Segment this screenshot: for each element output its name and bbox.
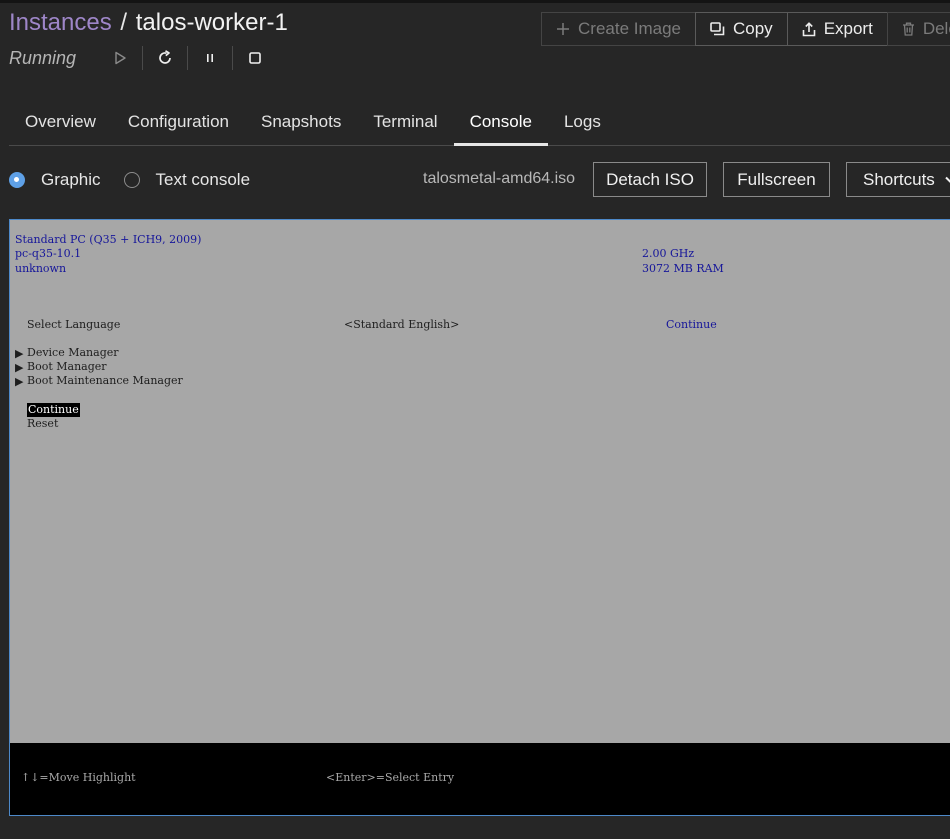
create-image-label: Create Image bbox=[578, 19, 681, 38]
vm-console-screen[interactable]: Standard PC (Q35 + ICH9, 2009) pc-q35-10… bbox=[9, 219, 950, 816]
start-button[interactable] bbox=[97, 44, 142, 72]
detach-iso-button[interactable]: Detach ISO bbox=[593, 162, 707, 197]
bios-machine-type: Standard PC (Q35 + ICH9, 2009) bbox=[15, 233, 202, 246]
stop-button[interactable] bbox=[232, 44, 277, 72]
instance-actions: Create Image Copy Export Delete bbox=[541, 12, 950, 46]
menu-arrow-icon: ▶ bbox=[15, 361, 24, 374]
breadcrumb-instances-link[interactable]: Instances bbox=[9, 9, 112, 36]
menu-item-reset[interactable]: Reset bbox=[27, 417, 58, 431]
tab-snapshots[interactable]: Snapshots bbox=[245, 100, 357, 146]
footer-move-highlight: ↑↓=Move Highlight bbox=[21, 771, 136, 784]
footer-select-entry: <Enter>=Select Entry bbox=[326, 771, 455, 784]
play-icon bbox=[114, 51, 126, 65]
breadcrumb-separator: / bbox=[120, 9, 128, 36]
tab-logs[interactable]: Logs bbox=[548, 100, 617, 146]
export-button[interactable]: Export bbox=[786, 12, 888, 46]
tab-configuration[interactable]: Configuration bbox=[112, 100, 245, 146]
trash-icon bbox=[902, 22, 914, 36]
graphic-radio[interactable] bbox=[9, 172, 25, 188]
copy-button[interactable]: Copy bbox=[695, 12, 788, 46]
tab-overview[interactable]: Overview bbox=[9, 100, 112, 146]
export-label: Export bbox=[823, 19, 873, 38]
bios-cpu-speed: 2.00 GHz bbox=[642, 247, 695, 260]
instance-status-row: Running bbox=[9, 44, 277, 72]
bios-machine-version: pc-q35-10.1 bbox=[15, 247, 82, 260]
shortcuts-label: Shortcuts bbox=[863, 169, 935, 189]
status-label: Running bbox=[9, 47, 77, 68]
bios-serial: unknown bbox=[15, 262, 67, 275]
page-title: Instances / talos-worker-1 bbox=[9, 9, 288, 37]
instance-tabs: Overview Configuration Snapshots Termina… bbox=[9, 100, 950, 146]
restart-icon bbox=[158, 50, 171, 64]
delete-button[interactable]: Delete bbox=[886, 12, 950, 46]
copy-label: Copy bbox=[733, 19, 773, 38]
restart-button[interactable] bbox=[142, 44, 187, 72]
pause-icon bbox=[206, 54, 213, 62]
graphic-radio-label[interactable]: Graphic bbox=[41, 170, 101, 190]
bios-ram: 3072 MB RAM bbox=[642, 262, 724, 275]
plus-icon bbox=[557, 23, 569, 35]
language-value[interactable]: <Standard English> bbox=[344, 318, 459, 332]
tab-terminal[interactable]: Terminal bbox=[357, 100, 453, 146]
help-continue-text: Continue bbox=[666, 318, 717, 331]
menu-item-continue[interactable]: Continue bbox=[27, 403, 80, 417]
tab-console[interactable]: Console bbox=[453, 100, 548, 146]
stop-icon bbox=[248, 52, 261, 64]
bios-footer-bar: ↑↓=Move Highlight <Enter>=Select Entry bbox=[10, 743, 950, 815]
shortcuts-dropdown[interactable]: Shortcuts bbox=[846, 162, 950, 197]
instance-name: talos-worker-1 bbox=[135, 9, 288, 36]
chevron-down-icon bbox=[945, 176, 950, 183]
menu-arrow-icon: ▶ bbox=[15, 347, 24, 360]
menu-item-device-manager[interactable]: Device Manager bbox=[27, 346, 119, 360]
menu-item-boot-manager[interactable]: Boot Manager bbox=[27, 360, 107, 374]
create-image-button[interactable]: Create Image bbox=[541, 12, 696, 46]
export-icon bbox=[802, 21, 815, 36]
attached-iso-name: talosmetal-amd64.iso bbox=[423, 170, 576, 187]
copy-icon bbox=[710, 22, 725, 36]
menu-item-boot-maintenance[interactable]: Boot Maintenance Manager bbox=[27, 374, 183, 388]
select-language-label: Select Language bbox=[27, 318, 121, 331]
console-mode-selector: Graphic Text console bbox=[9, 168, 273, 192]
window-top-border bbox=[0, 0, 950, 3]
menu-arrow-icon: ▶ bbox=[15, 375, 24, 388]
delete-label: Delete bbox=[922, 19, 950, 38]
text-console-radio[interactable] bbox=[123, 172, 140, 188]
pause-button[interactable] bbox=[187, 44, 232, 72]
fullscreen-button[interactable]: Fullscreen bbox=[723, 162, 830, 197]
text-console-radio-label[interactable]: Text console bbox=[156, 170, 251, 190]
